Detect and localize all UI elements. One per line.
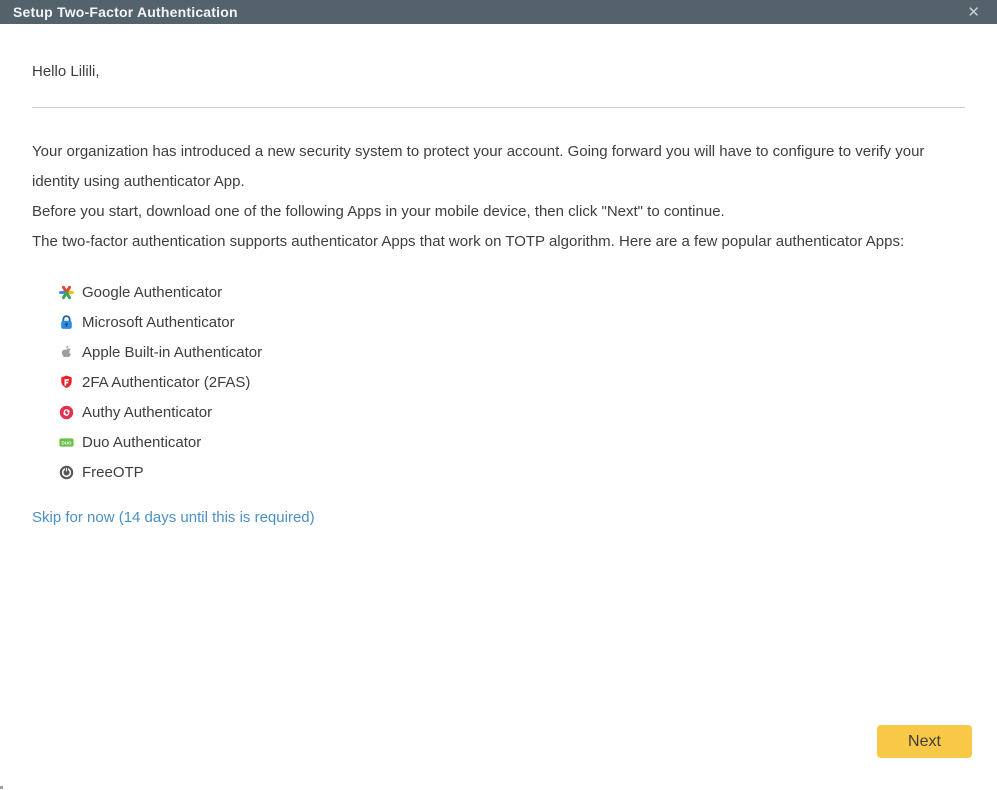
paragraph-intro: Your organization has introduced a new s… bbox=[32, 137, 965, 197]
apple-authenticator-icon bbox=[57, 343, 75, 361]
skip-for-now-link[interactable]: Skip for now (14 days until this is requ… bbox=[32, 503, 315, 533]
app-name: Authy Authenticator bbox=[82, 404, 212, 421]
two-factor-setup-dialog: Setup Two-Factor Authentication ✕ Hello … bbox=[0, 0, 997, 790]
dialog-title: Setup Two-Factor Authentication bbox=[13, 4, 238, 20]
screen-artifact bbox=[0, 786, 3, 789]
divider bbox=[32, 107, 965, 108]
svg-text:DUO: DUO bbox=[61, 440, 72, 445]
list-item: Microsoft Authenticator bbox=[57, 307, 965, 337]
greeting-text: Hello Lilili, bbox=[32, 62, 965, 82]
2fas-shield-icon bbox=[57, 373, 75, 391]
app-name: Microsoft Authenticator bbox=[82, 314, 235, 331]
list-item: FreeOTP bbox=[57, 457, 965, 487]
google-authenticator-icon bbox=[57, 283, 75, 301]
dialog-titlebar: Setup Two-Factor Authentication ✕ bbox=[0, 0, 997, 24]
list-item: DUO Duo Authenticator bbox=[57, 427, 965, 457]
dialog-body: Hello Lilili, Your organization has intr… bbox=[0, 24, 997, 533]
app-name: FreeOTP bbox=[82, 464, 144, 481]
paragraph-instructions: Before you start, download one of the fo… bbox=[32, 197, 965, 227]
app-name: Duo Authenticator bbox=[82, 434, 201, 451]
next-button[interactable]: Next bbox=[877, 725, 972, 758]
close-icon[interactable]: ✕ bbox=[963, 3, 984, 22]
freeotp-icon bbox=[57, 463, 75, 481]
list-item: 2FA Authenticator (2FAS) bbox=[57, 367, 965, 397]
list-item: Google Authenticator bbox=[57, 277, 965, 307]
app-name: Apple Built-in Authenticator bbox=[82, 344, 262, 361]
authenticator-app-list: Google Authenticator Microsoft Authentic… bbox=[32, 277, 965, 487]
microsoft-authenticator-icon bbox=[57, 313, 75, 331]
intro-paragraphs: Your organization has introduced a new s… bbox=[32, 137, 965, 257]
list-item: Apple Built-in Authenticator bbox=[57, 337, 965, 367]
app-name: Google Authenticator bbox=[82, 284, 222, 301]
list-item: Authy Authenticator bbox=[57, 397, 965, 427]
duo-authenticator-icon: DUO bbox=[57, 433, 75, 451]
app-name: 2FA Authenticator (2FAS) bbox=[82, 374, 250, 391]
authy-authenticator-icon bbox=[57, 403, 75, 421]
paragraph-totp: The two-factor authentication supports a… bbox=[32, 227, 965, 257]
